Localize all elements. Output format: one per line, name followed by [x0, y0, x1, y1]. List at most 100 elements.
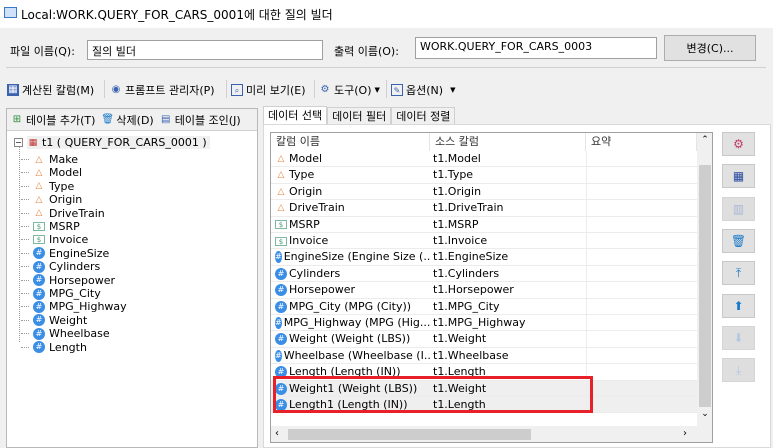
- move-up-button[interactable]: ⬆: [722, 293, 755, 318]
- tree-item[interactable]: △ Type: [21, 180, 74, 193]
- table-row[interactable]: # MPG_Highway (MPG (Hig... t1.MPG_Highway: [271, 315, 697, 332]
- table-row[interactable]: $ Invoice t1.Invoice: [271, 233, 697, 250]
- num-column-icon: #: [33, 341, 45, 354]
- summary-cell[interactable]: [586, 216, 697, 233]
- table-row[interactable]: △ Model t1.Model: [271, 151, 697, 168]
- move-top-button[interactable]: ⤒: [722, 261, 755, 286]
- tree-item[interactable]: $ MSRP: [21, 220, 80, 233]
- summary-cell[interactable]: [586, 331, 697, 348]
- num-column-icon: #: [33, 260, 45, 273]
- tree-item-label: DriveTrain: [49, 206, 105, 220]
- scroll-down-icon[interactable]: ⌄: [697, 409, 712, 419]
- tree-item[interactable]: # Horsepower: [21, 274, 115, 287]
- tree-item[interactable]: # Cylinders: [21, 260, 100, 273]
- toolbar-label: 삭제(D): [116, 113, 154, 127]
- tree-item[interactable]: # Wheelbase: [21, 327, 110, 340]
- summary-cell[interactable]: [586, 265, 697, 282]
- horizontal-scrollbar[interactable]: ‹ ›: [271, 426, 712, 442]
- tree-item[interactable]: △ DriveTrain: [21, 207, 105, 220]
- column-header-name[interactable]: 칼럼 이름: [271, 133, 430, 151]
- tab-data-select[interactable]: 데이터 선택: [263, 106, 328, 126]
- table-row[interactable]: # Horsepower t1.Horsepower: [271, 282, 697, 299]
- move-down-button[interactable]: ⬇: [722, 325, 755, 350]
- tab-data-sort[interactable]: 데이터 정렬: [391, 107, 456, 125]
- summary-cell[interactable]: [586, 167, 697, 184]
- tab-data-filter[interactable]: 데이터 필터: [327, 107, 392, 125]
- tree-root[interactable]: ▦ t1 ( QUERY_FOR_CARS_0001 ): [27, 136, 210, 149]
- calculated-column-button[interactable]: ▦ 계산된 칼럼(M): [7, 82, 94, 98]
- divider: [104, 80, 105, 98]
- column-name-cell: Origin: [289, 184, 323, 198]
- table-row[interactable]: # Wheelbase (Wheelbase (I... t1.Wheelbase: [271, 347, 697, 365]
- summary-cell[interactable]: [586, 380, 697, 397]
- move-bottom-button[interactable]: ⤓: [722, 358, 755, 383]
- char-column-icon: △: [277, 154, 285, 164]
- options-menu[interactable]: ✎ 옵션(N) ▼: [391, 82, 455, 98]
- tree-item[interactable]: # MPG_Highway: [21, 300, 127, 313]
- tree-item[interactable]: △ Make: [21, 153, 78, 166]
- table-panel: ⊞ 테이블 추가(T) 🗑 삭제(D) ▤ 테이블 조인(J) − ▦ t1 ( QUE…: [6, 108, 258, 448]
- file-name-input[interactable]: 질의 빌더: [87, 40, 323, 60]
- table-row[interactable]: # Cylinders t1.Cylinders: [271, 265, 697, 283]
- calculator-icon: ▦: [732, 169, 745, 184]
- table-row[interactable]: △ Origin t1.Origin: [271, 183, 697, 201]
- tree-item[interactable]: # MPG_City: [21, 287, 101, 300]
- trash-button[interactable]: 🗑: [722, 228, 755, 253]
- summary-cell[interactable]: [586, 315, 697, 331]
- num-column-icon: #: [33, 287, 45, 300]
- column-header-source[interactable]: 소스 칼럼: [430, 133, 586, 151]
- collapse-icon[interactable]: −: [14, 138, 23, 147]
- tools-menu[interactable]: ⚙ 도구(O) ▼: [319, 82, 380, 98]
- tree-item[interactable]: △ Model: [21, 166, 82, 179]
- table-row[interactable]: △ DriveTrain t1.DriveTrain: [271, 200, 697, 217]
- preview-button[interactable]: ⌕ 미리 보기(E): [231, 82, 306, 98]
- summary-cell[interactable]: [586, 282, 697, 299]
- output-name-input[interactable]: WORK.QUERY_FOR_CARS_0003: [415, 37, 657, 59]
- tree-item[interactable]: # EngineSize: [21, 247, 109, 260]
- column-name-cell: Wheelbase (Wheelbase (I...: [283, 348, 430, 362]
- summary-cell[interactable]: [586, 347, 697, 364]
- move-down-icon: ⬇: [733, 330, 744, 345]
- chevron-down-icon: ▼: [374, 86, 380, 94]
- tree-line: [21, 293, 29, 294]
- summary-cell[interactable]: [586, 364, 697, 381]
- column-name-cell: DriveTrain: [289, 201, 345, 215]
- source-column-cell: t1.Horsepower: [433, 283, 514, 297]
- column-header-summary[interactable]: 요약: [586, 133, 697, 151]
- horizontal-scroll-thumb[interactable]: [288, 429, 531, 440]
- join-tables-button[interactable]: ▤ 테이블 조인(J): [160, 112, 241, 128]
- toolbar-label: 테이블 조인(J): [174, 113, 241, 127]
- tree-item[interactable]: $ Invoice: [21, 233, 88, 246]
- table-row[interactable]: # EngineSize (Engine Size (... t1.EngineSi…: [271, 249, 697, 266]
- char-column-icon: △: [277, 203, 285, 214]
- table-row[interactable]: # Weight (Weight (LBS)) t1.Weight: [271, 331, 697, 348]
- calculator-button[interactable]: ▦: [722, 164, 755, 189]
- table-row[interactable]: △ Type t1.Type: [271, 167, 697, 184]
- add-table-button[interactable]: ⊞ 테이블 추가(T): [11, 112, 96, 128]
- tree-item[interactable]: △ Origin: [21, 193, 82, 206]
- scroll-left-icon[interactable]: ‹: [275, 428, 279, 439]
- summary-cell[interactable]: [586, 298, 697, 315]
- vertical-scrollbar[interactable]: ⌃ ⌄: [697, 133, 712, 426]
- num-column-icon: #: [275, 300, 287, 313]
- summary-cell[interactable]: [586, 183, 697, 200]
- tree-item[interactable]: # Weight: [21, 314, 87, 327]
- column-name-cell: MPG_City (MPG (City)): [289, 299, 412, 313]
- vertical-scroll-thumb[interactable]: [699, 165, 711, 407]
- scroll-up-icon[interactable]: ⌃: [697, 135, 712, 145]
- summary-cell[interactable]: [586, 200, 697, 217]
- summary-cell[interactable]: [586, 249, 697, 266]
- properties-icon: ⚙: [733, 137, 744, 151]
- table-row[interactable]: $ MSRP t1.MSRP: [271, 216, 697, 233]
- prompt-manager-button[interactable]: ◉ 프롬프트 관리자(P): [110, 82, 215, 98]
- delete-button[interactable]: 🗑 삭제(D): [101, 112, 153, 128]
- edit-column-button[interactable]: ▥: [722, 196, 755, 221]
- summary-cell[interactable]: [586, 233, 697, 249]
- tree-item[interactable]: # Length: [21, 341, 87, 354]
- change-button[interactable]: 변경(C)...: [664, 35, 756, 61]
- summary-cell[interactable]: [586, 151, 697, 167]
- scroll-right-icon[interactable]: ›: [683, 428, 687, 439]
- summary-cell[interactable]: [586, 397, 697, 413]
- properties-button[interactable]: ⚙: [722, 132, 755, 156]
- table-row[interactable]: # MPG_City (MPG (City)) t1.MPG_City: [271, 298, 697, 315]
